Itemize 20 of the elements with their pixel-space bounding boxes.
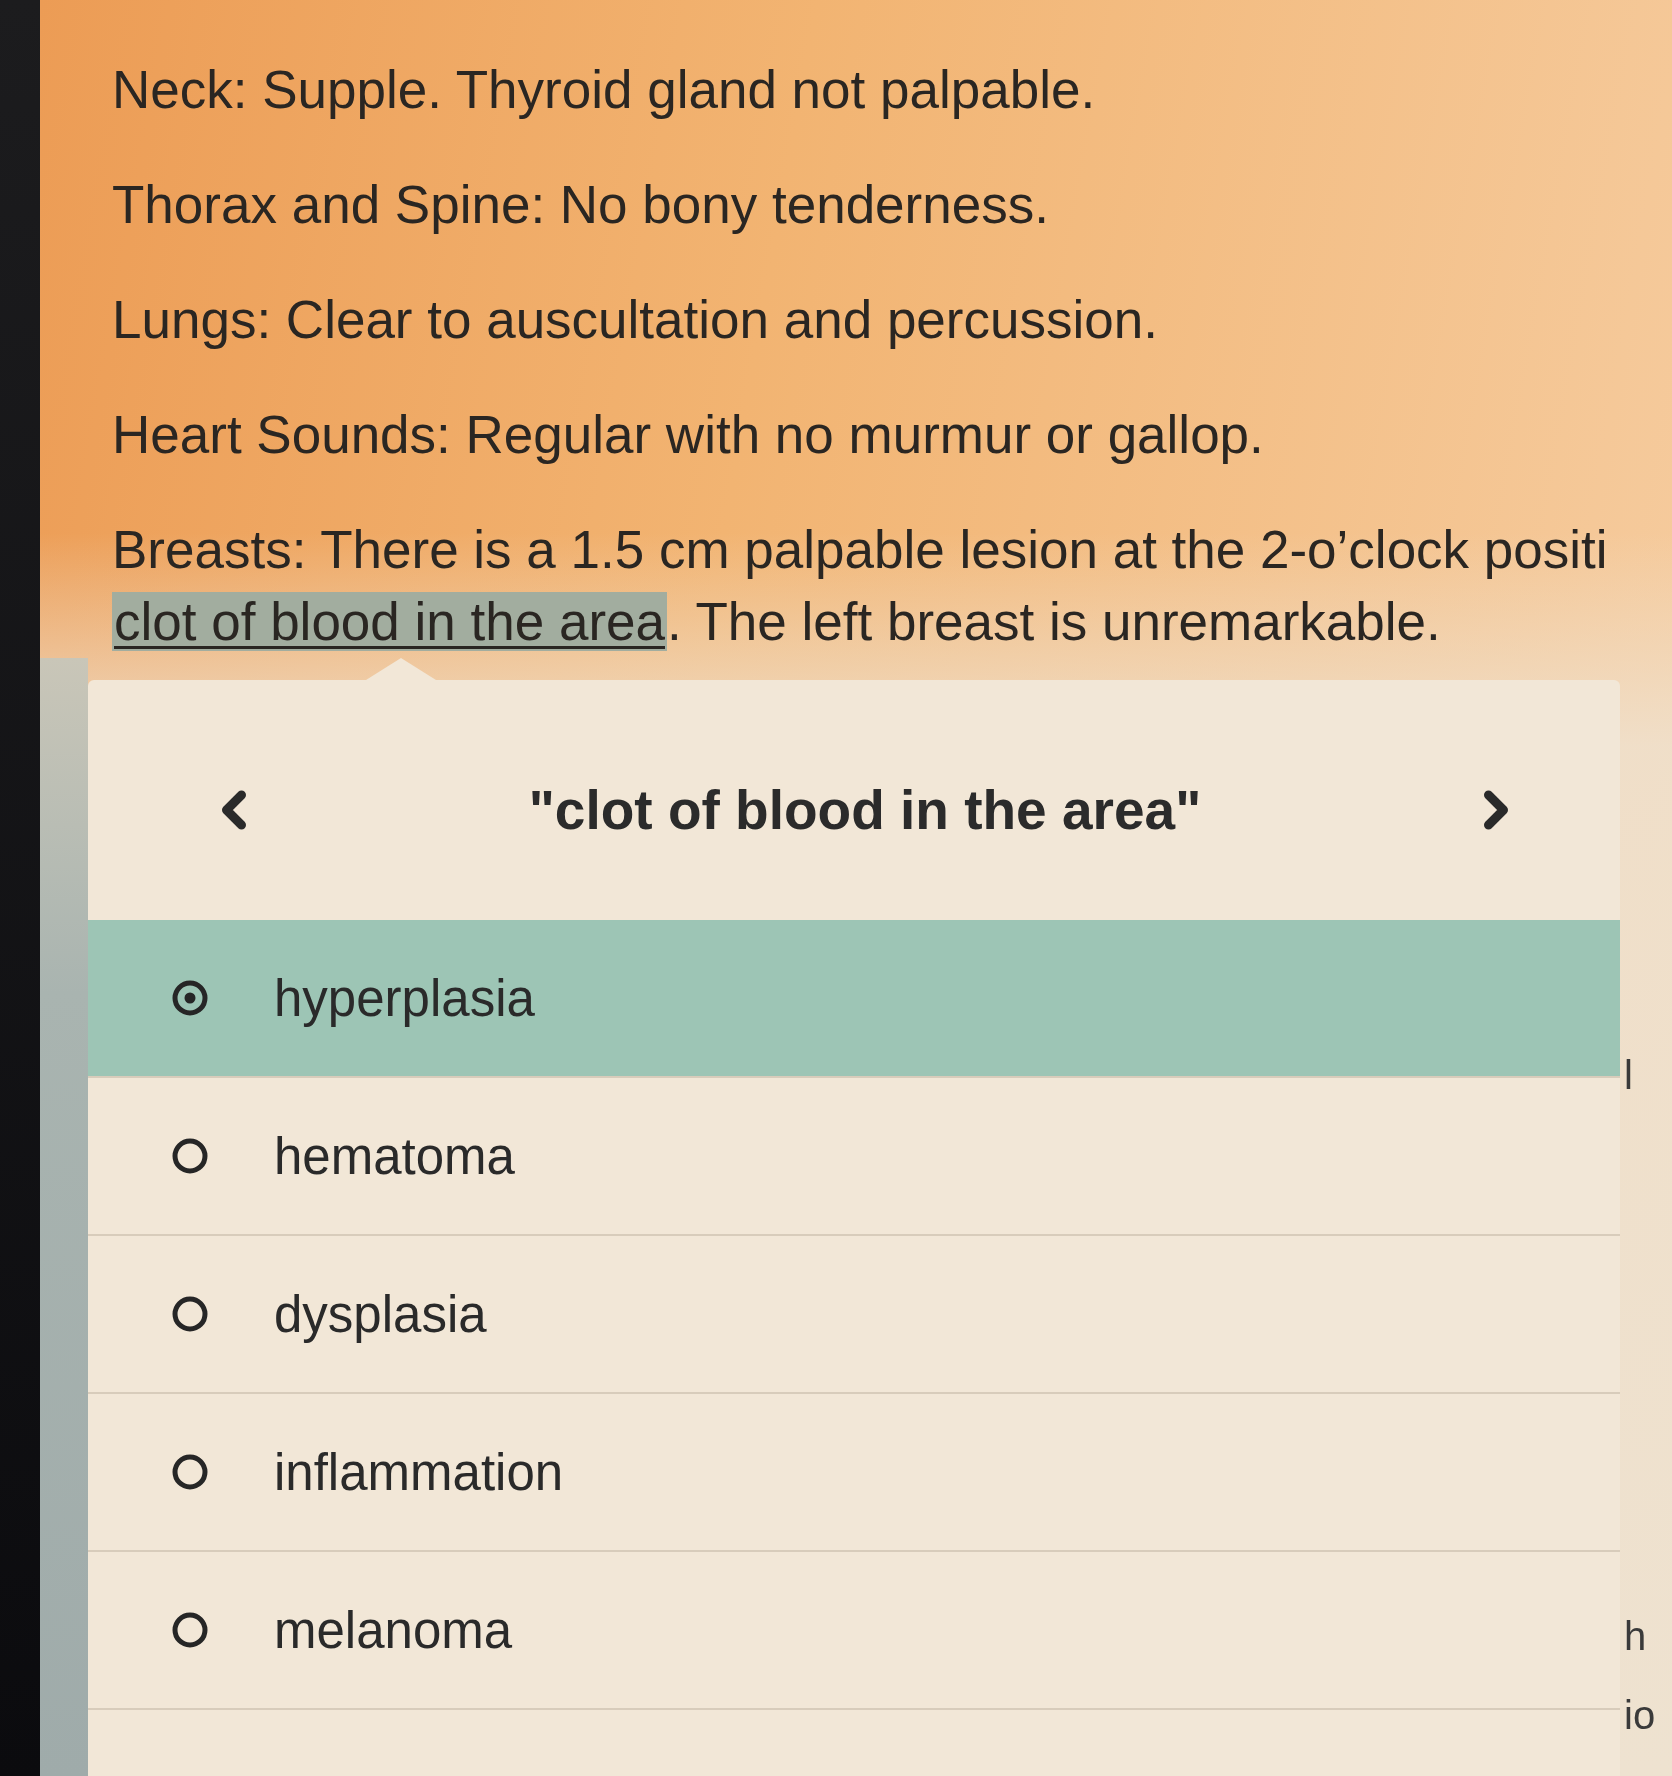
radio-icon [172, 1454, 208, 1490]
clipped-text: io [1623, 1693, 1656, 1737]
radio-icon [172, 1296, 208, 1332]
finding-text: Breasts: There is a 1.5 cm palpable lesion at the 2-o’clock positi clot of blood in the area. The left breast is unremarkable. [112, 519, 1609, 653]
answer-option[interactable]: hyperplasia [88, 920, 1620, 1078]
clipped-text: l [1623, 1053, 1633, 1097]
clipped-text: h [1623, 1614, 1647, 1658]
radio-icon [172, 1138, 208, 1174]
radio-selected-icon [172, 980, 208, 1016]
finding-text: Neck: Supple. Thyroid gland not palpable. [112, 59, 1097, 121]
finding-text: Thorax and Spine: No bony tenderness. [112, 174, 1050, 236]
radio-icon [172, 1612, 208, 1648]
finding-text: Lungs: Clear to auscultation and percussion. [112, 289, 1159, 351]
answer-option[interactable]: dysplasia [88, 1236, 1620, 1394]
term-title: "clot of blood in the area" [528, 778, 1202, 842]
finding-text: Heart Sounds: Regular with no murmur or gallop. [112, 404, 1265, 466]
highlighted-term[interactable]: clot of blood in the area [112, 592, 667, 651]
answer-option[interactable]: inflammation [88, 1394, 1620, 1552]
answer-option[interactable]: melanoma [88, 1552, 1620, 1710]
answer-option[interactable]: hematoma [88, 1078, 1620, 1236]
